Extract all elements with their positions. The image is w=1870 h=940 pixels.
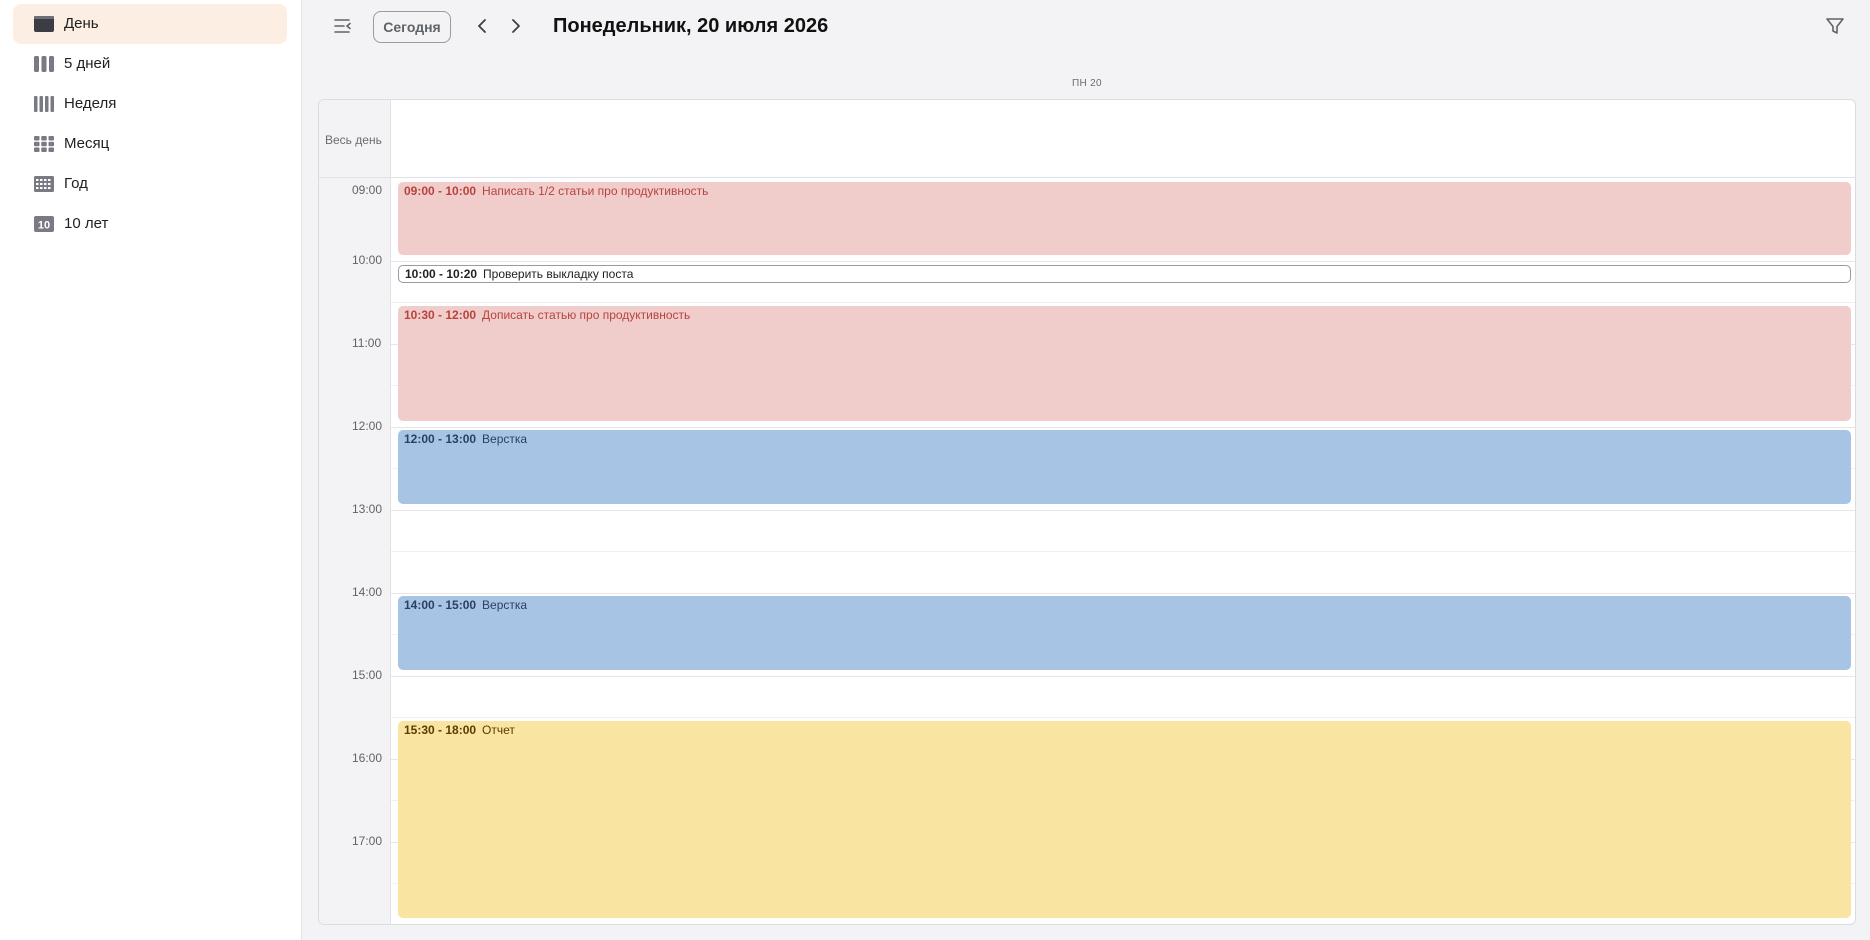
decade-view-icon: 10 [34,216,54,232]
sidebar-item-label: Год [64,175,88,192]
day-column-header: ПН 20 [1072,78,1102,89]
year-view-icon [34,176,54,192]
sidebar-item-label: Месяц [64,135,110,152]
event-time: 14:00 - 15:00 [404,598,477,612]
chevron-right-icon[interactable] [504,15,526,37]
hour-label: 17:00 [352,834,383,848]
event-title: Написать 1/2 статьи про продуктивность [482,184,709,198]
hour-label: 10:00 [352,253,383,267]
sidebar-item-10-years[interactable]: 10 10 лет [13,204,287,244]
sidebar-item-label: 10 лет [64,215,109,232]
hour-line [391,676,1855,677]
view-sidebar: День 5 дней Неделя Месяц Год 10 10 лет [0,0,302,940]
sidebar-item-month[interactable]: Месяц [13,124,287,164]
month-view-icon [34,136,54,152]
all-day-label: Весь день [325,133,382,147]
hour-line [391,427,1855,428]
hour-label: 13:00 [352,502,383,516]
hour-label: 09:00 [352,183,383,197]
hour-line [391,510,1855,511]
event-title: Верстка [482,432,528,446]
event-time: 10:00 - 10:20 [405,267,478,281]
sidebar-item-week[interactable]: Неделя [13,84,287,124]
calendar-event[interactable]: 14:00 - 15:00 Верстка [398,596,1851,670]
hour-label: 11:00 [352,336,382,350]
hour-label: 14:00 [352,585,383,599]
sidebar-item-year[interactable]: Год [13,164,287,204]
calendar-event[interactable]: 12:00 - 13:00 Верстка [398,430,1851,504]
event-title: Дописать статью про продуктивность [482,308,691,322]
today-button[interactable]: Сегодня [373,11,451,43]
half-hour-line [391,551,1855,552]
sidebar-item-day[interactable]: День [13,4,287,44]
half-hour-line [391,302,1855,303]
page-title: Понедельник, 20 июля 2026 [553,15,829,37]
sidebar-item-label: День [64,15,99,32]
event-time: 10:30 - 12:00 [404,308,477,322]
half-hour-line [391,717,1855,718]
event-time: 12:00 - 13:00 [404,432,477,446]
event-time: 09:00 - 10:00 [404,184,477,198]
calendar-event[interactable]: 15:30 - 18:00 Отчет [398,721,1851,918]
calendar-event[interactable]: 10:00 - 10:20 Проверить выкладку поста [398,265,1851,283]
filter-icon[interactable] [1824,15,1846,37]
hour-label: 15:00 [352,668,383,682]
day-view-icon [34,16,54,32]
event-title: Проверить выкладку поста [483,267,634,281]
hour-label: 12:00 [352,419,383,433]
sidebar-item-5-days[interactable]: 5 дней [13,44,287,84]
hour-label: 16:00 [352,751,383,765]
hour-line [391,261,1855,262]
sidebar-item-label: 5 дней [64,55,111,72]
five-days-view-icon [34,56,54,72]
hour-line [391,593,1855,594]
calendar-event[interactable]: 09:00 - 10:00 Написать 1/2 статьи про про… [398,182,1851,255]
chevron-left-icon[interactable] [472,15,494,37]
week-view-icon [34,96,54,112]
svg-text:10: 10 [38,220,50,232]
sidebar-item-label: Неделя [64,95,117,112]
collapse-sidebar-icon[interactable] [331,14,355,38]
calendar-event[interactable]: 10:30 - 12:00 Дописать статью про продукт… [398,306,1851,421]
event-title: Верстка [482,598,528,612]
all-day-row[interactable]: Весь день [319,100,1855,178]
event-time: 15:30 - 18:00 [404,723,477,737]
day-calendar-grid: Весь день 09:00 10:00 11:00 12:00 13:00 … [318,99,1856,925]
event-title: Отчет [482,723,515,737]
